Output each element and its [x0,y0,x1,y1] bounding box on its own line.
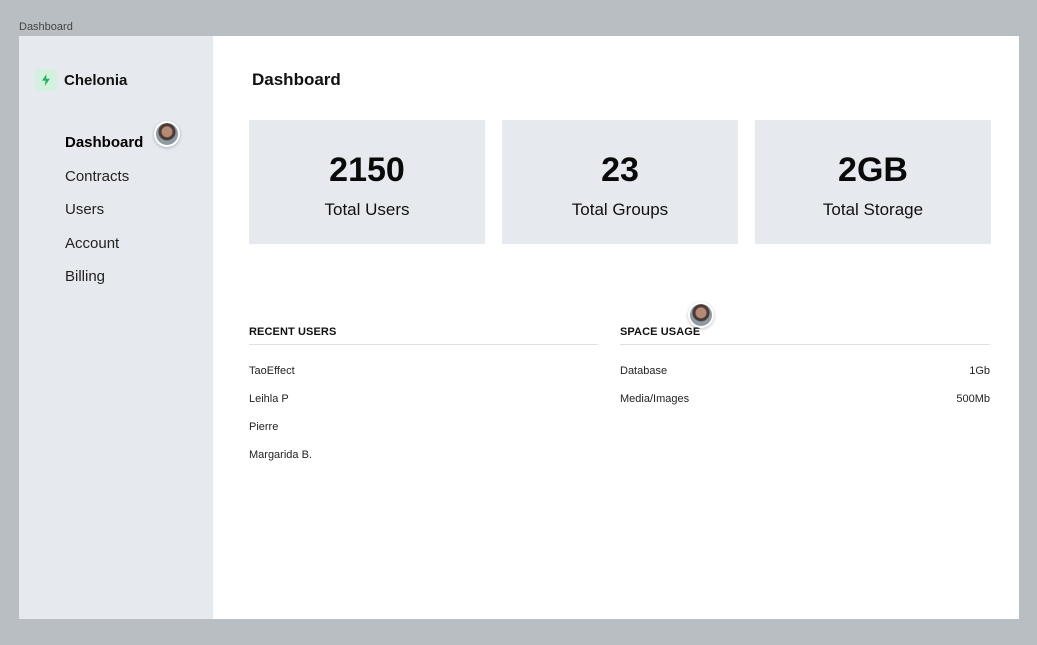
sidebar-item-billing[interactable]: Billing [65,266,143,300]
space-usage-panel: SPACE USAGE Database 1Gb Media/Images 50… [620,326,990,413]
stat-value: 2150 [329,151,405,189]
list-item[interactable]: Margarida B. [249,441,598,469]
avatar-image [690,304,712,326]
table-row: Media/Images 500Mb [620,385,990,413]
list-item[interactable]: Pierre [249,413,598,441]
section-header: SPACE USAGE [620,326,990,345]
sidebar-item-contracts[interactable]: Contracts [65,166,143,200]
sidebar-nav: Dashboard Contracts Users Account Billin… [65,132,143,300]
avatar[interactable] [688,302,714,328]
main-content: Dashboard 2150 Total Users 23 Total Grou… [213,36,1019,619]
sidebar: Chelonia Dashboard Contracts Users Accou… [19,36,213,619]
brand[interactable]: Chelonia [35,69,127,91]
usage-value: 1Gb [969,365,990,377]
section-header: RECENT USERS [249,326,598,345]
stat-value: 2GB [838,151,908,189]
stat-label: Total Groups [571,200,669,219]
sidebar-item-account[interactable]: Account [65,233,143,267]
user-name: Margarida B. [249,449,312,461]
recent-users-list: TaoEffect Leihla P Pierre Margarida B. [249,357,598,469]
stat-card-users[interactable]: 2150 Total Users [249,120,485,244]
stat-label: Total Storage [822,200,924,219]
usage-name: Media/Images [620,393,690,405]
lightning-bolt-icon [35,69,57,91]
page-title: Dashboard [252,70,341,89]
list-item[interactable]: TaoEffect [249,357,598,385]
brand-name: Chelonia [64,71,128,89]
list-item[interactable]: Leihla P [249,385,598,413]
usage-name: Database [620,365,668,377]
space-usage-list: Database 1Gb Media/Images 500Mb [620,357,990,413]
avatar[interactable] [154,121,180,147]
table-row: Database 1Gb [620,357,990,385]
stat-value: 23 [601,151,639,189]
user-name: Leihla P [249,393,289,405]
stat-card-storage[interactable]: 2GB Total Storage [755,120,991,244]
sidebar-item-dashboard[interactable]: Dashboard [65,132,143,166]
frame-label: Dashboard [19,21,73,33]
app-window: Chelonia Dashboard Contracts Users Accou… [19,36,1019,619]
user-name: TaoEffect [249,365,295,377]
stat-card-groups[interactable]: 23 Total Groups [502,120,738,244]
avatar-image [156,123,178,145]
recent-users-panel: RECENT USERS TaoEffect Leihla P Pierre M… [249,326,598,469]
stat-label: Total Users [324,200,410,219]
user-name: Pierre [249,421,279,433]
sidebar-item-users[interactable]: Users [65,199,143,233]
usage-value: 500Mb [956,393,990,405]
